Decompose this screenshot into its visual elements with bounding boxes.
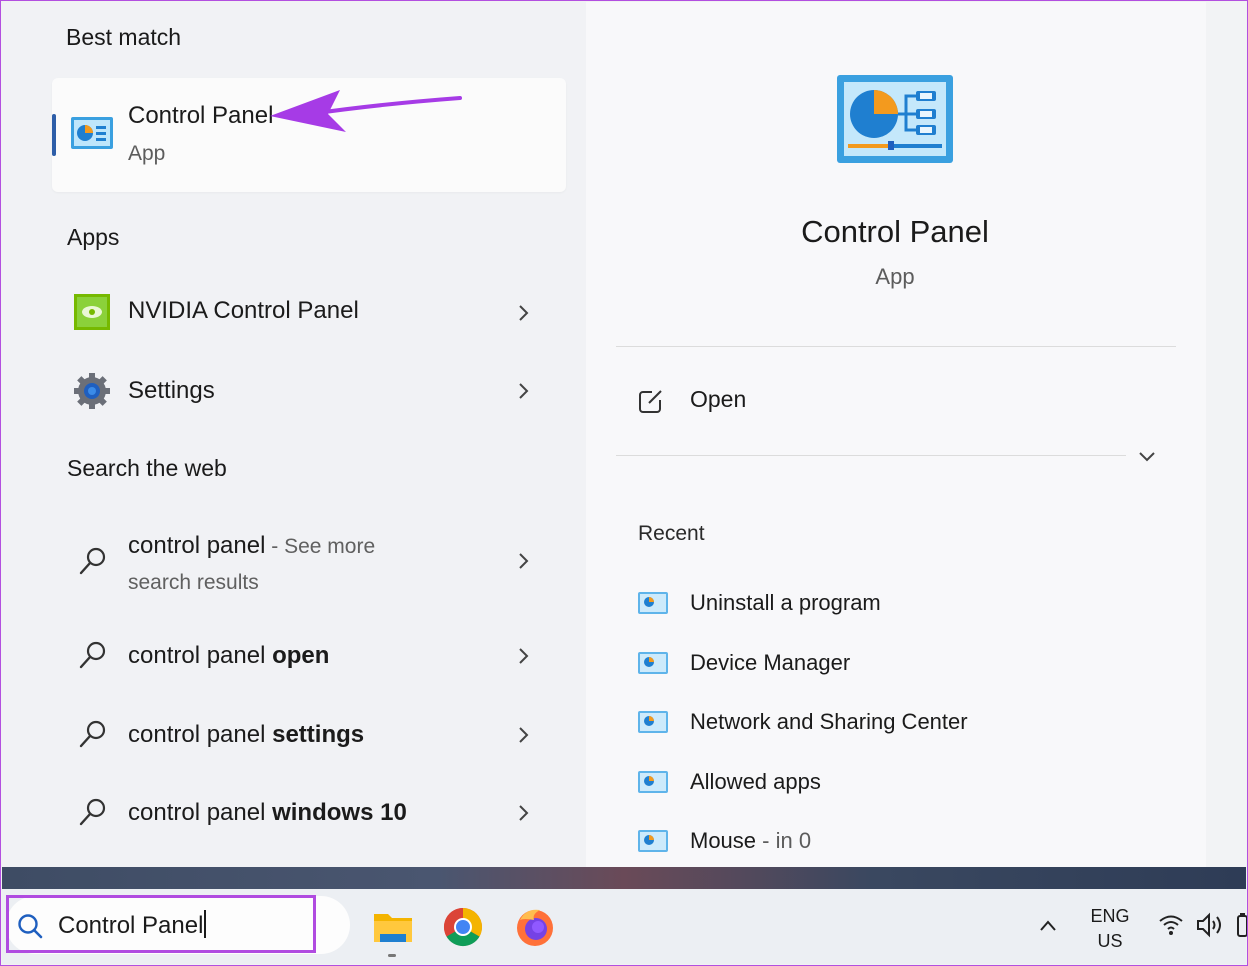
control-panel-large-icon xyxy=(837,75,953,163)
recent-item-label: Uninstall a program xyxy=(690,590,881,615)
running-indicator xyxy=(388,954,396,957)
details-pane-margin xyxy=(1206,2,1246,867)
recent-item[interactable]: Mouse - in 0 xyxy=(636,822,1156,862)
detail-subtitle: App xyxy=(875,264,915,289)
apps-heading: Apps xyxy=(67,224,120,250)
annotation-arrow-icon xyxy=(270,90,462,132)
chevron-down-icon[interactable] xyxy=(1138,450,1156,464)
search-icon xyxy=(79,641,106,669)
search-icon xyxy=(79,547,106,575)
app-item-label: Settings xyxy=(128,377,215,404)
volume-icon[interactable] xyxy=(1196,912,1224,938)
file-explorer-icon[interactable] xyxy=(372,906,414,948)
control-panel-icon xyxy=(638,592,668,614)
web-result-item[interactable]: control panel - See more search results xyxy=(52,528,552,602)
firefox-icon[interactable] xyxy=(514,906,556,948)
control-panel-icon xyxy=(71,117,113,149)
search-highlight-box xyxy=(6,895,316,953)
web-result-item[interactable]: control panel settings xyxy=(52,705,552,765)
chevron-right-icon[interactable] xyxy=(514,304,532,322)
recent-item-label: Network and Sharing Center xyxy=(690,709,968,734)
control-panel-icon xyxy=(638,830,668,852)
app-item-nvidia[interactable]: NVIDIA Control Panel xyxy=(52,283,552,343)
recent-item[interactable]: Device Manager xyxy=(636,644,1156,684)
control-panel-icon xyxy=(638,711,668,733)
desktop-wallpaper xyxy=(2,867,1246,889)
app-item-label: NVIDIA Control Panel xyxy=(128,297,359,324)
selection-indicator xyxy=(52,114,56,156)
divider xyxy=(616,346,1176,347)
divider xyxy=(616,455,1126,456)
best-match-subtitle: App xyxy=(128,142,166,165)
recent-item[interactable]: Network and Sharing Center xyxy=(636,703,1156,743)
recent-item-label: Device Manager xyxy=(690,650,851,675)
control-panel-icon xyxy=(638,652,668,674)
gear-icon xyxy=(74,373,110,409)
app-item-settings[interactable]: Settings xyxy=(52,361,552,421)
chrome-icon[interactable] xyxy=(442,906,484,948)
best-match-title: Control Panel xyxy=(128,102,274,129)
web-result-label: control panel settings xyxy=(128,721,365,748)
web-result-label: control panel open xyxy=(128,642,330,669)
search-icon xyxy=(79,798,106,826)
open-button[interactable]: Open xyxy=(616,372,1176,428)
control-panel-icon xyxy=(638,771,668,793)
recent-item-label: Allowed apps xyxy=(690,769,821,794)
open-label: Open xyxy=(690,386,747,412)
web-result-label: control panel windows 10 xyxy=(128,799,407,826)
chevron-right-icon[interactable] xyxy=(514,552,532,570)
web-result-item[interactable]: control panel open xyxy=(52,626,552,686)
chevron-right-icon[interactable] xyxy=(514,382,532,400)
language-indicator[interactable]: ENG US xyxy=(1084,904,1136,954)
web-result-line2: search results xyxy=(128,571,259,594)
nvidia-icon xyxy=(74,294,110,330)
battery-icon[interactable] xyxy=(1234,912,1248,938)
recent-item-label: Mouse - in 0 xyxy=(690,828,812,853)
web-result-label: control panel - See more xyxy=(128,532,376,559)
chevron-right-icon[interactable] xyxy=(514,726,532,744)
recent-item[interactable]: Allowed apps xyxy=(636,763,1156,803)
chevron-right-icon[interactable] xyxy=(514,647,532,665)
web-result-item[interactable]: control panel windows 10 xyxy=(52,783,552,843)
chevron-right-icon[interactable] xyxy=(514,804,532,822)
open-external-icon xyxy=(639,389,663,413)
recent-item[interactable]: Uninstall a program xyxy=(636,584,1156,624)
search-icon xyxy=(79,720,106,748)
recent-heading: Recent xyxy=(638,522,705,545)
search-web-heading: Search the web xyxy=(67,455,227,481)
wifi-icon[interactable] xyxy=(1158,912,1184,936)
best-match-heading: Best match xyxy=(66,24,182,50)
detail-title: Control Panel xyxy=(801,214,989,249)
chevron-up-icon[interactable] xyxy=(1038,916,1058,936)
